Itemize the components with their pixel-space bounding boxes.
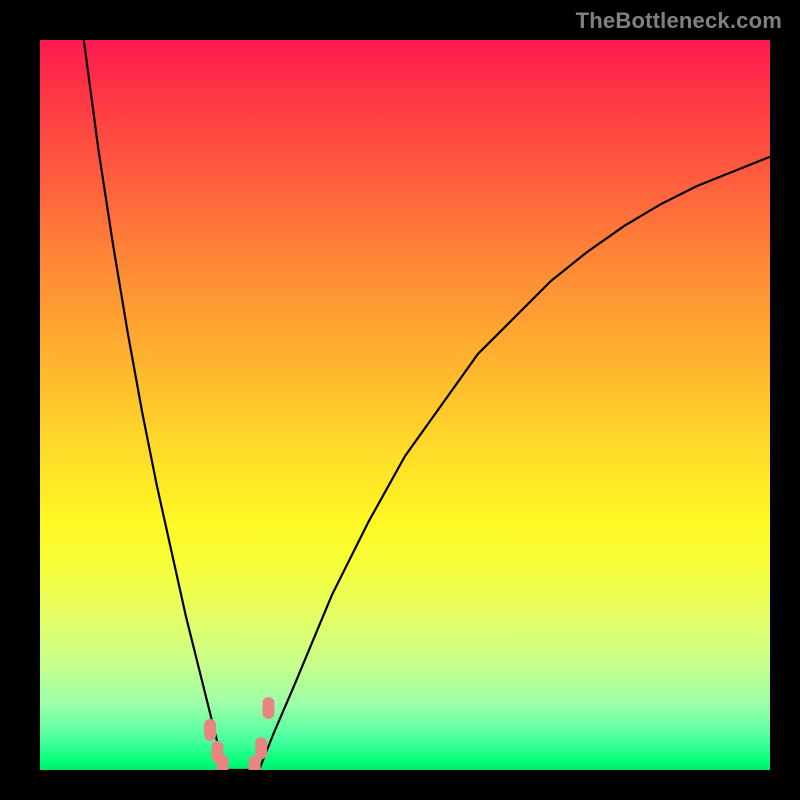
watermark-text: TheBottleneck.com [576, 8, 782, 34]
basin-marker [217, 755, 229, 770]
chart-frame: TheBottleneck.com [0, 0, 800, 800]
bottleneck-curve [40, 40, 770, 770]
basin-marker [255, 737, 267, 759]
basin-marker [204, 719, 216, 741]
curve-path [84, 40, 770, 770]
plot-area [40, 40, 770, 770]
basin-marker [263, 697, 275, 719]
